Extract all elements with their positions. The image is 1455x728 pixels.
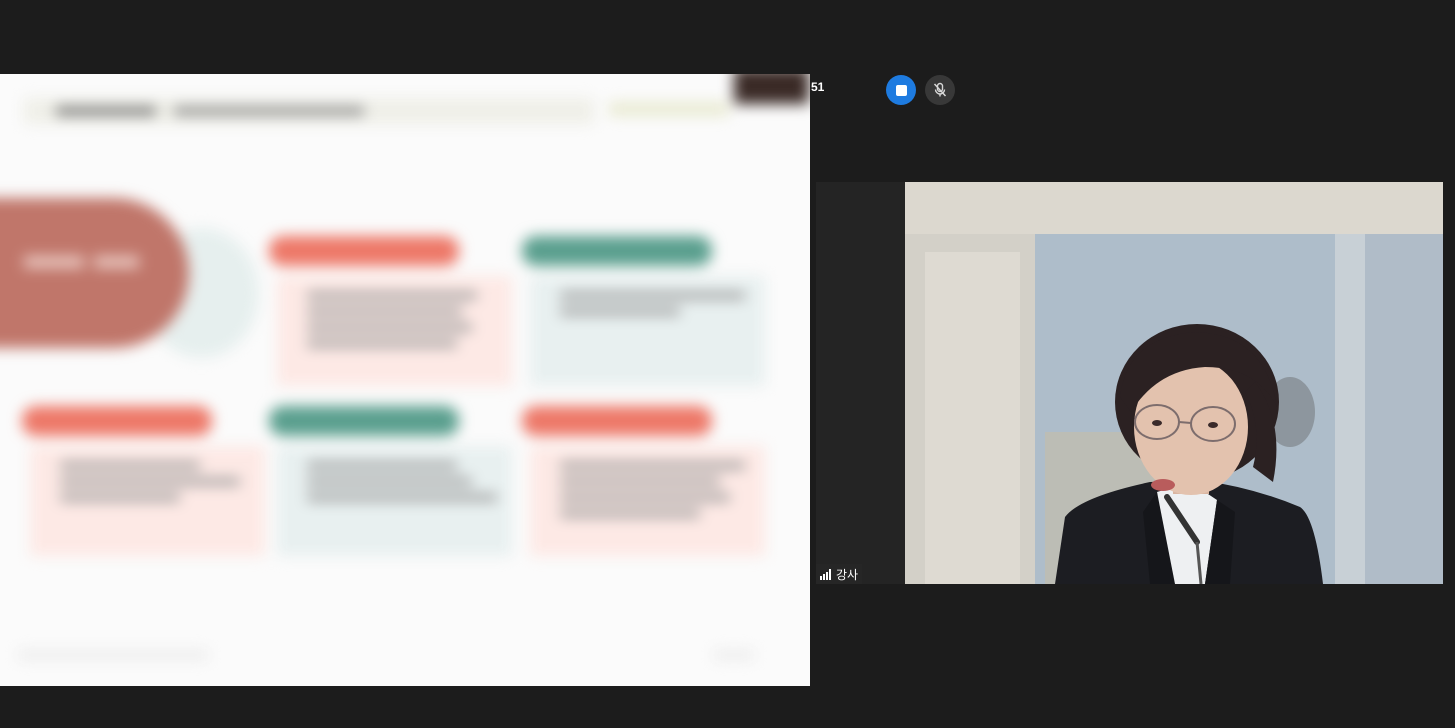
- stop-button[interactable]: [886, 75, 916, 105]
- recording-timer: 51: [811, 80, 825, 94]
- slide-logo: [609, 102, 729, 116]
- slide-corner-overlay: [734, 74, 809, 104]
- participant-video[interactable]: [905, 182, 1443, 584]
- signal-bars-icon: [820, 568, 831, 580]
- mic-off-icon: [933, 82, 947, 97]
- blurred-slide: [0, 74, 810, 686]
- slide-page-number: [714, 650, 754, 660]
- slide-hero-shape: [0, 198, 189, 348]
- participant-name: 강사: [836, 567, 859, 582]
- participant-tile[interactable]: [816, 182, 906, 584]
- participant-name-label: 강사: [816, 564, 863, 584]
- shared-screen[interactable]: [0, 74, 810, 686]
- speaker-video-feed: [905, 182, 1443, 584]
- slide-footer: [18, 650, 208, 660]
- slide-title: [24, 98, 594, 124]
- mute-toggle-button[interactable]: [925, 75, 955, 105]
- stop-icon: [895, 84, 907, 96]
- meeting-window: 51 강사: [0, 0, 1455, 728]
